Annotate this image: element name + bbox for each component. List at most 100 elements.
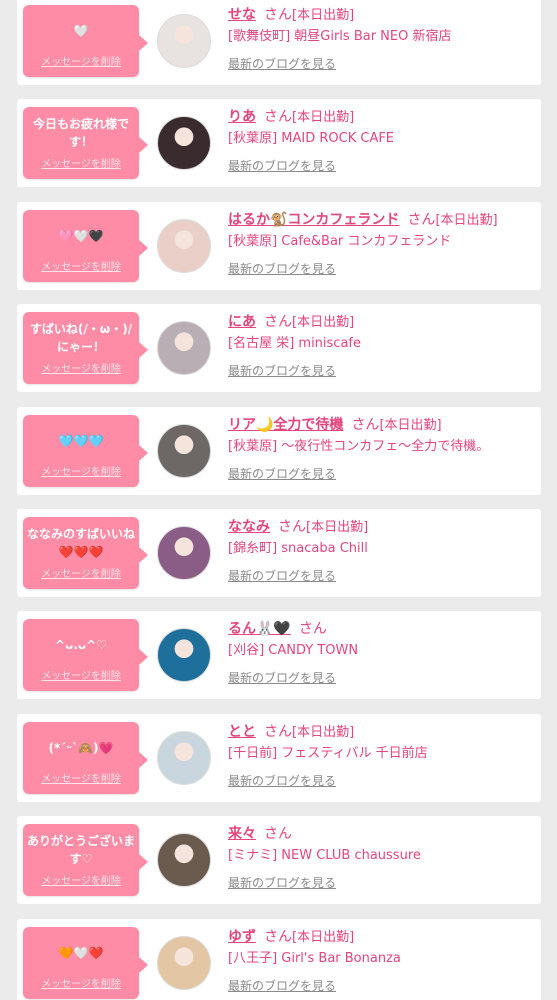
delete-message-link[interactable]: メッセージを削除	[23, 872, 139, 887]
delete-message-link[interactable]: メッセージを削除	[23, 565, 139, 580]
message-card: ありがとうございます♡ メッセージを削除 来々 さん [ミナミ] NEW CLUB…	[17, 816, 541, 905]
latest-blog-link[interactable]: 最新のブログを見る	[228, 772, 336, 789]
message-card: (*´ᵕ`🙈)💗 メッセージを削除 とと さん[本日出勤] [千日前] フェスティ…	[17, 713, 541, 802]
shop-name: [秋葉原] MAID ROCK CAFE	[228, 131, 395, 147]
latest-blog-link[interactable]: 最新のブログを見る	[228, 362, 336, 379]
status-badge: [本日出勤]	[292, 8, 355, 23]
shop-name: [刈谷] CANDY TOWN	[228, 643, 359, 659]
cast-name-link[interactable]: るん🐰🖤	[228, 621, 291, 637]
message-card: 🧡🤍❤️ メッセージを削除 ゆず さん[本日出勤] [八王子] Girl's Ba…	[17, 918, 541, 1000]
latest-blog-link[interactable]: 最新のブログを見る	[228, 157, 336, 174]
name-line: リア🌙全力で待機 さん[本日出勤]	[228, 415, 442, 435]
avatar[interactable]	[157, 218, 211, 273]
status-badge: [本日出勤]	[292, 929, 355, 945]
shop-name: [秋葉原] Cafe&Bar コンカフェランド	[228, 233, 452, 249]
delete-message-link[interactable]: メッセージを削除	[23, 258, 139, 273]
honorific: さん	[264, 723, 292, 740]
cast-name-link[interactable]: とと	[228, 724, 256, 740]
avatar[interactable]	[157, 14, 211, 68]
latest-blog-link[interactable]: 最新のブログを見る	[228, 55, 336, 72]
honorific: さん	[351, 416, 380, 433]
message-bubble: すばいね(/・ω・)/にゃー！ メッセージを削除	[23, 312, 148, 385]
message-text: 🩵🩵🩵	[58, 433, 104, 448]
shop-name: [ミナミ] NEW CLUB chaussure	[228, 848, 421, 864]
avatar[interactable]	[157, 321, 211, 376]
cast-name-link[interactable]: 来々	[228, 826, 256, 842]
delete-message-link[interactable]: メッセージを削除	[23, 667, 139, 682]
message-text: (*´ᵕ`🙈)💗	[48, 740, 114, 755]
status-badge: [本日出勤]	[435, 212, 498, 228]
latest-blog-link[interactable]: 最新のブログを見る	[228, 465, 336, 482]
message-bubble: 🩷🤍🖤 メッセージを削除	[23, 209, 148, 282]
avatar[interactable]	[157, 935, 211, 990]
message-text: ありがとうございます♡	[26, 834, 135, 867]
honorific: さん	[264, 314, 292, 331]
message-text: 今日もお疲れ様です！	[32, 117, 129, 150]
delete-message-link[interactable]: メッセージを削除	[23, 360, 139, 375]
honorific: さん	[264, 109, 292, 126]
message-card: ^ᴗ.ᴗ^♡ メッセージを削除 るん🐰🖤 さん [刈谷] CANDY TOWN 最…	[17, 611, 541, 700]
name-line: るん🐰🖤 さん	[228, 619, 327, 639]
honorific: さん	[264, 928, 292, 945]
delete-message-link[interactable]: メッセージを削除	[23, 53, 139, 68]
latest-blog-link[interactable]: 最新のブログを見る	[228, 977, 336, 994]
avatar[interactable]	[157, 730, 211, 785]
name-line: りあ さん[本日出勤]	[228, 107, 354, 127]
honorific: さん	[407, 211, 436, 228]
shop-name: [千日前] フェスティバル 千日前店	[228, 745, 428, 761]
shop-name: [八王子] Girl's Bar Bonanza	[228, 950, 401, 966]
message-bubble: 🤍 メッセージを削除	[23, 5, 148, 77]
avatar[interactable]	[157, 423, 211, 478]
shop-name: [錦糸町] snacaba Chill	[228, 541, 368, 556]
honorific: さん	[278, 519, 306, 535]
message-card: 🩷🤍🖤 メッセージを削除 はるか🐒コンカフェランド さん[本日出勤] [秋葉原] …	[17, 201, 541, 290]
name-line: せな さん[本日出勤]	[228, 5, 354, 25]
honorific: さん	[264, 7, 292, 23]
message-card: 今日もお疲れ様です！ メッセージを削除 りあ さん[本日出勤] [秋葉原] MAI…	[17, 99, 541, 188]
message-bubble: (*´ᵕ`🙈)💗 メッセージを削除	[23, 721, 148, 794]
delete-message-link[interactable]: メッセージを削除	[23, 975, 139, 990]
honorific: さん	[264, 826, 292, 843]
message-card: ななみのすばいいね❤️❤️❤️ メッセージを削除 ななみ さん[本日出勤] [錦糸…	[17, 509, 541, 597]
message-card: 🤍 メッセージを削除 せな さん[本日出勤] [歌舞伎町] 朝昼Girls Bar…	[17, 0, 541, 85]
status-badge: [本日出勤]	[379, 417, 442, 433]
message-text: 🤍	[73, 24, 89, 38]
message-text: ななみのすばいいね❤️❤️❤️	[26, 527, 135, 559]
message-bubble: 今日もお疲れ様です！ メッセージを削除	[23, 107, 148, 180]
avatar[interactable]	[157, 833, 211, 888]
cast-name-link[interactable]: リア🌙全力で待機	[228, 417, 343, 433]
status-badge: [本日出勤]	[292, 315, 355, 331]
delete-message-link[interactable]: メッセージを削除	[23, 463, 139, 478]
avatar[interactable]	[157, 116, 211, 171]
message-bubble: ^ᴗ.ᴗ^♡ メッセージを削除	[23, 619, 148, 692]
delete-message-link[interactable]: メッセージを削除	[23, 770, 139, 785]
latest-blog-link[interactable]: 最新のブログを見る	[228, 260, 336, 277]
honorific: さん	[298, 621, 327, 638]
message-text: 🩷🤍🖤	[58, 228, 104, 243]
message-text: ^ᴗ.ᴗ^♡	[55, 638, 107, 653]
name-line: ゆず さん[本日出勤]	[228, 927, 354, 947]
message-card: 🩵🩵🩵 メッセージを削除 リア🌙全力で待機 さん[本日出勤] [秋葉原] 〜夜行性…	[17, 406, 541, 495]
message-bubble: ありがとうございます♡ メッセージを削除	[23, 824, 148, 897]
latest-blog-link[interactable]: 最新のブログを見る	[228, 567, 336, 584]
cast-name-link[interactable]: りあ	[228, 109, 256, 125]
cast-name-link[interactable]: ゆず	[228, 929, 256, 945]
message-bubble: ななみのすばいいね❤️❤️❤️ メッセージを削除	[23, 517, 148, 589]
shop-name: [名古屋 栄] miniscafe	[228, 336, 361, 352]
latest-blog-link[interactable]: 最新のブログを見る	[228, 874, 336, 891]
cast-name-link[interactable]: せな	[228, 7, 256, 23]
cast-name-link[interactable]: はるか🐒コンカフェランド	[228, 212, 399, 228]
latest-blog-link[interactable]: 最新のブログを見る	[228, 669, 336, 686]
message-bubble: 🧡🤍❤️ メッセージを削除	[23, 926, 148, 999]
cast-name-link[interactable]: にあ	[228, 314, 256, 330]
name-line: はるか🐒コンカフェランド さん[本日出勤]	[228, 210, 498, 230]
status-badge: [本日出勤]	[292, 724, 355, 740]
avatar[interactable]	[157, 526, 211, 580]
message-card: すばいね(/・ω・)/にゃー！ メッセージを削除 にあ さん[本日出勤] [名古屋…	[17, 304, 541, 393]
delete-message-link[interactable]: メッセージを削除	[23, 155, 139, 170]
name-line: とと さん[本日出勤]	[228, 722, 354, 742]
cast-name-link[interactable]: ななみ	[228, 519, 270, 535]
avatar[interactable]	[157, 628, 211, 683]
status-badge: [本日出勤]	[306, 520, 369, 535]
message-bubble: 🩵🩵🩵 メッセージを削除	[23, 414, 148, 487]
